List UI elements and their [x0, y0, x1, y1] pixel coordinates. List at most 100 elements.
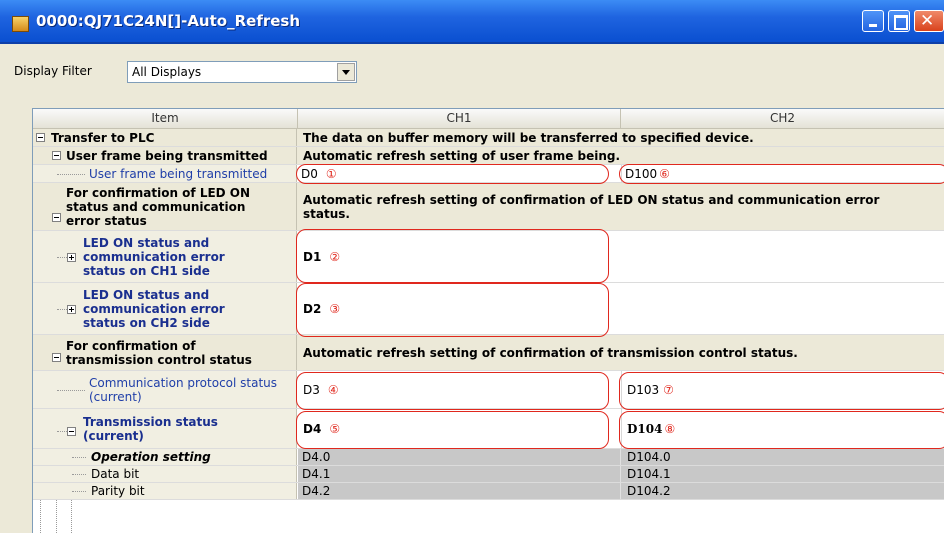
row-label: Communication protocol status (current) [89, 371, 277, 408]
row-label-line: transmission control status [66, 352, 252, 367]
item-cell: User frame being transmitted [33, 165, 297, 182]
ch1-device: D4.0 [302, 450, 331, 464]
row-description: Automatic refresh setting of confirmatio… [303, 183, 879, 230]
row-label: For confirmation of LED ON status and co… [66, 183, 250, 230]
chevron-down-icon[interactable] [337, 63, 355, 81]
row-description-line: status. [303, 206, 350, 221]
table-row: Parity bit D4.2 D104.2 [33, 483, 944, 500]
ch1-value[interactable]: D4.2 [298, 483, 621, 499]
tree-line [57, 431, 67, 432]
row-description: The data on buffer memory will be transf… [303, 130, 754, 145]
item-cell: For confirmation of LED ON status and co… [33, 183, 297, 230]
item-cell: Data bit [33, 466, 297, 482]
table-row: For confirmation of LED ON status and co… [33, 183, 944, 231]
collapse-icon[interactable] [52, 353, 61, 362]
ch1-device: D4.1 [302, 467, 331, 481]
item-cell: Parity bit [33, 483, 297, 499]
row-label-line: For confirmation of LED ON [66, 185, 251, 200]
row-label: For confirmation of transmission control… [66, 335, 252, 370]
ch2-value[interactable]: D104.2 [621, 483, 944, 499]
row-label-line: LED ON status and [83, 235, 210, 250]
row-description: Automatic refresh setting of confirmatio… [303, 345, 798, 360]
tree-line [72, 491, 86, 492]
row-label: Transmission status (current) [83, 409, 218, 448]
row-label-line: For confirmation of [66, 338, 196, 353]
row-description: Automatic refresh setting of user frame … [303, 148, 621, 163]
row-label-line: status on CH2 side [83, 315, 210, 330]
item-cell: User frame being transmitted [33, 147, 297, 164]
display-filter-value: All Displays [132, 65, 202, 79]
row-label-line: status and communication [66, 199, 246, 214]
row-label-line: error status [66, 213, 147, 228]
row-label: User frame being transmitted [89, 166, 268, 181]
highlight-box [296, 229, 609, 283]
close-icon: ✕ [920, 11, 935, 31]
window-title: 0000:QJ71C24N[]-Auto_Refresh [36, 12, 301, 30]
row-label: LED ON status and communication error st… [83, 231, 225, 282]
collapse-icon[interactable] [36, 133, 45, 142]
settings-grid: Item CH1 CH2 Transfer to PLC The data on… [32, 108, 944, 533]
row-label: Operation setting [91, 450, 211, 464]
item-cell: Transmission status (current) [33, 409, 297, 448]
ch1-value[interactable]: D4.0 [298, 449, 621, 465]
title-bar: 0000:QJ71C24N[]-Auto_Refresh ✕ [0, 0, 944, 44]
row-label-line: Transmission status [83, 414, 218, 429]
close-button[interactable]: ✕ [914, 10, 944, 32]
item-cell: Operation setting [33, 449, 297, 465]
tree-line [72, 474, 86, 475]
app-icon [12, 16, 29, 32]
row-label: Parity bit [91, 484, 145, 498]
row-label-line: status on CH1 side [83, 263, 210, 278]
row-label: LED ON status and communication error st… [83, 283, 225, 334]
expand-icon[interactable] [67, 305, 76, 314]
ch1-value[interactable]: D4.1 [298, 466, 621, 482]
row-label: Data bit [91, 467, 140, 481]
row-label: Transfer to PLC [51, 130, 155, 145]
column-header-item[interactable]: Item [33, 109, 298, 129]
highlight-box [619, 372, 944, 410]
expand-icon[interactable] [67, 253, 76, 262]
ch1-device: D4.2 [302, 484, 331, 498]
item-cell: For confirmation of transmission control… [33, 335, 297, 370]
item-cell: LED ON status and communication error st… [33, 283, 297, 334]
tree-line [57, 390, 85, 391]
ch2-device: D104.0 [627, 450, 671, 464]
highlight-box [296, 411, 609, 449]
tree-line [57, 174, 85, 175]
tree-line [72, 457, 86, 458]
table-row: Transfer to PLC The data on buffer memor… [33, 129, 944, 147]
window-body: Display Filter All Displays Item CH1 CH2… [0, 44, 944, 533]
table-row: For confirmation of transmission control… [33, 335, 944, 371]
column-header-ch1[interactable]: CH1 [298, 109, 621, 129]
table-row: Data bit D4.1 D104.1 [33, 466, 944, 483]
column-header-ch2[interactable]: CH2 [621, 109, 944, 129]
display-filter-select[interactable]: All Displays [127, 61, 357, 83]
row-label-line: (current) [89, 389, 142, 404]
table-row: User frame being transmitted Automatic r… [33, 147, 944, 165]
collapse-icon[interactable] [67, 427, 76, 436]
highlight-box [296, 283, 609, 337]
row-label-line: LED ON status and [83, 287, 210, 302]
highlight-box [619, 411, 944, 449]
row-label-line: Communication protocol status [89, 375, 278, 390]
minimize-button[interactable] [862, 10, 884, 32]
table-row: Operation setting D4.0 D104.0 [33, 449, 944, 466]
highlight-box [296, 372, 609, 410]
item-cell: Transfer to PLC [33, 129, 297, 146]
ch2-value[interactable]: D104.1 [621, 466, 944, 482]
collapse-icon[interactable] [52, 151, 61, 160]
ch2-value[interactable]: D104.0 [621, 449, 944, 465]
highlight-box [296, 164, 609, 184]
row-description-line: Automatic refresh setting of confirmatio… [303, 192, 880, 207]
tree-line [57, 257, 67, 258]
item-cell: Communication protocol status (current) [33, 371, 297, 408]
item-cell: LED ON status and communication error st… [33, 231, 297, 282]
maximize-button[interactable] [888, 10, 910, 32]
row-label-line: communication error [83, 249, 225, 264]
collapse-icon[interactable] [52, 213, 61, 222]
row-label-line: communication error [83, 301, 225, 316]
tree-line [57, 309, 67, 310]
ch2-device: D104.2 [627, 484, 671, 498]
row-label-line: (current) [83, 428, 144, 443]
ch2-device: D104.1 [627, 467, 671, 481]
